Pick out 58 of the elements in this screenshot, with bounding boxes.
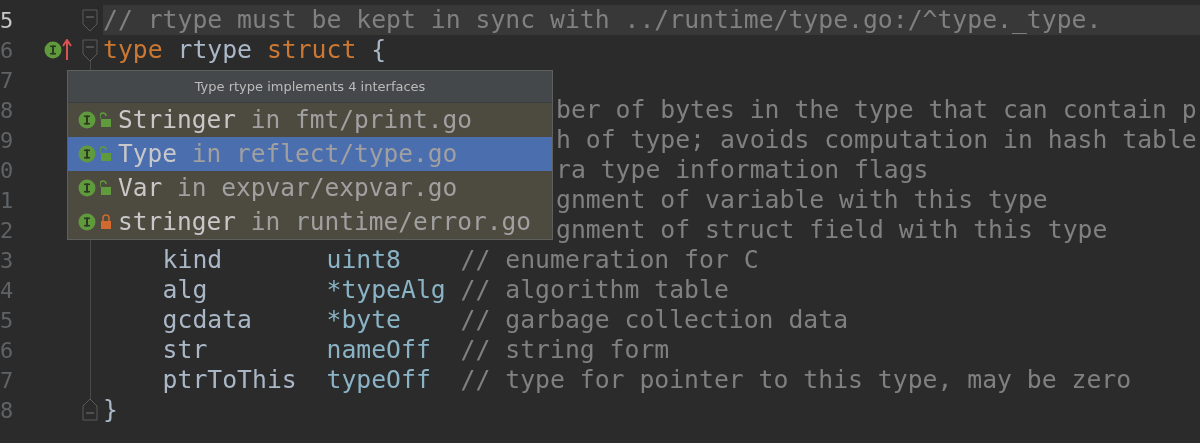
code-token: ra type information flags xyxy=(556,155,929,185)
interface-icon xyxy=(78,111,96,129)
code-token: ptrToThis xyxy=(162,365,297,395)
code-token: ber of bytes in the type that can contain p xyxy=(556,95,1197,125)
popup-item-label: stringer in runtime/error.go xyxy=(118,205,532,238)
popup-title: Type rtype implements 4 interfaces xyxy=(68,71,552,103)
line-number: 5 xyxy=(0,6,15,35)
fold-icon xyxy=(82,397,98,423)
line-number: 9 xyxy=(0,126,15,155)
code-token: kind xyxy=(162,245,223,275)
code-token: // garbage collection data xyxy=(460,305,849,335)
code-token: // type for pointer to this type, may be zero xyxy=(460,365,1132,395)
code-token: struct xyxy=(266,35,357,65)
code-token: gnment of variable with this type xyxy=(556,185,1048,215)
code-token: gcdata xyxy=(162,305,252,335)
code-token: } xyxy=(103,395,118,425)
code-token: *byte xyxy=(326,305,401,335)
line-number: 3 xyxy=(0,246,15,275)
fold-icon xyxy=(82,7,98,33)
popup-item[interactable]: stringer in runtime/error.go xyxy=(68,205,552,239)
code-token: // string form xyxy=(460,335,670,365)
popup-item-label: Stringer in fmt/print.go xyxy=(118,103,473,136)
code-token: uint8 xyxy=(326,245,401,275)
popup-item[interactable]: Stringer in fmt/print.go xyxy=(68,103,552,137)
line-number: 4 xyxy=(0,276,15,305)
line-number: 8 xyxy=(0,396,15,425)
popup-item[interactable]: Var in expvar/expvar.go xyxy=(68,171,552,205)
code-token: rtype xyxy=(177,35,252,65)
line-number: 7 xyxy=(0,66,15,95)
interface-icon xyxy=(78,179,96,197)
interface-icon xyxy=(44,41,62,59)
code-token: // rtype must be kept in sync with ../runtime/type.go:/^type._type. xyxy=(103,5,1102,35)
line-number: 5 xyxy=(0,306,15,335)
up-arrow-icon xyxy=(62,39,72,61)
line-number: 0 xyxy=(0,156,15,185)
popup-item-label: Var in expvar/expvar.go xyxy=(118,171,458,204)
code-token: gnment of struct field with this type xyxy=(556,215,1108,245)
fold-icon xyxy=(82,37,98,63)
code-token: nameOff xyxy=(326,335,431,365)
line-number: 2 xyxy=(0,216,15,245)
code-token: type xyxy=(103,35,163,65)
code-token: *typeAlg xyxy=(326,275,446,305)
code-token: h of type; avoids computation in hash table xyxy=(556,125,1197,155)
line-number: 6 xyxy=(0,336,15,365)
code-token: str xyxy=(162,335,208,365)
line-number: 7 xyxy=(0,366,15,395)
interface-icon xyxy=(78,145,96,163)
line-number: 8 xyxy=(0,96,15,125)
line-number: 1 xyxy=(0,186,15,215)
code-token: // enumeration for C xyxy=(460,245,759,275)
code-token: alg xyxy=(162,275,208,305)
code-token: // algorithm table xyxy=(460,275,729,305)
popup-item-label: Type in reflect/type.go xyxy=(118,137,458,170)
interface-icon xyxy=(78,213,96,231)
popup-item[interactable]: Type in reflect/type.go xyxy=(68,137,552,171)
code-token: typeOff xyxy=(326,365,431,395)
code-token: { xyxy=(371,35,387,65)
line-number: 6 xyxy=(0,36,15,65)
